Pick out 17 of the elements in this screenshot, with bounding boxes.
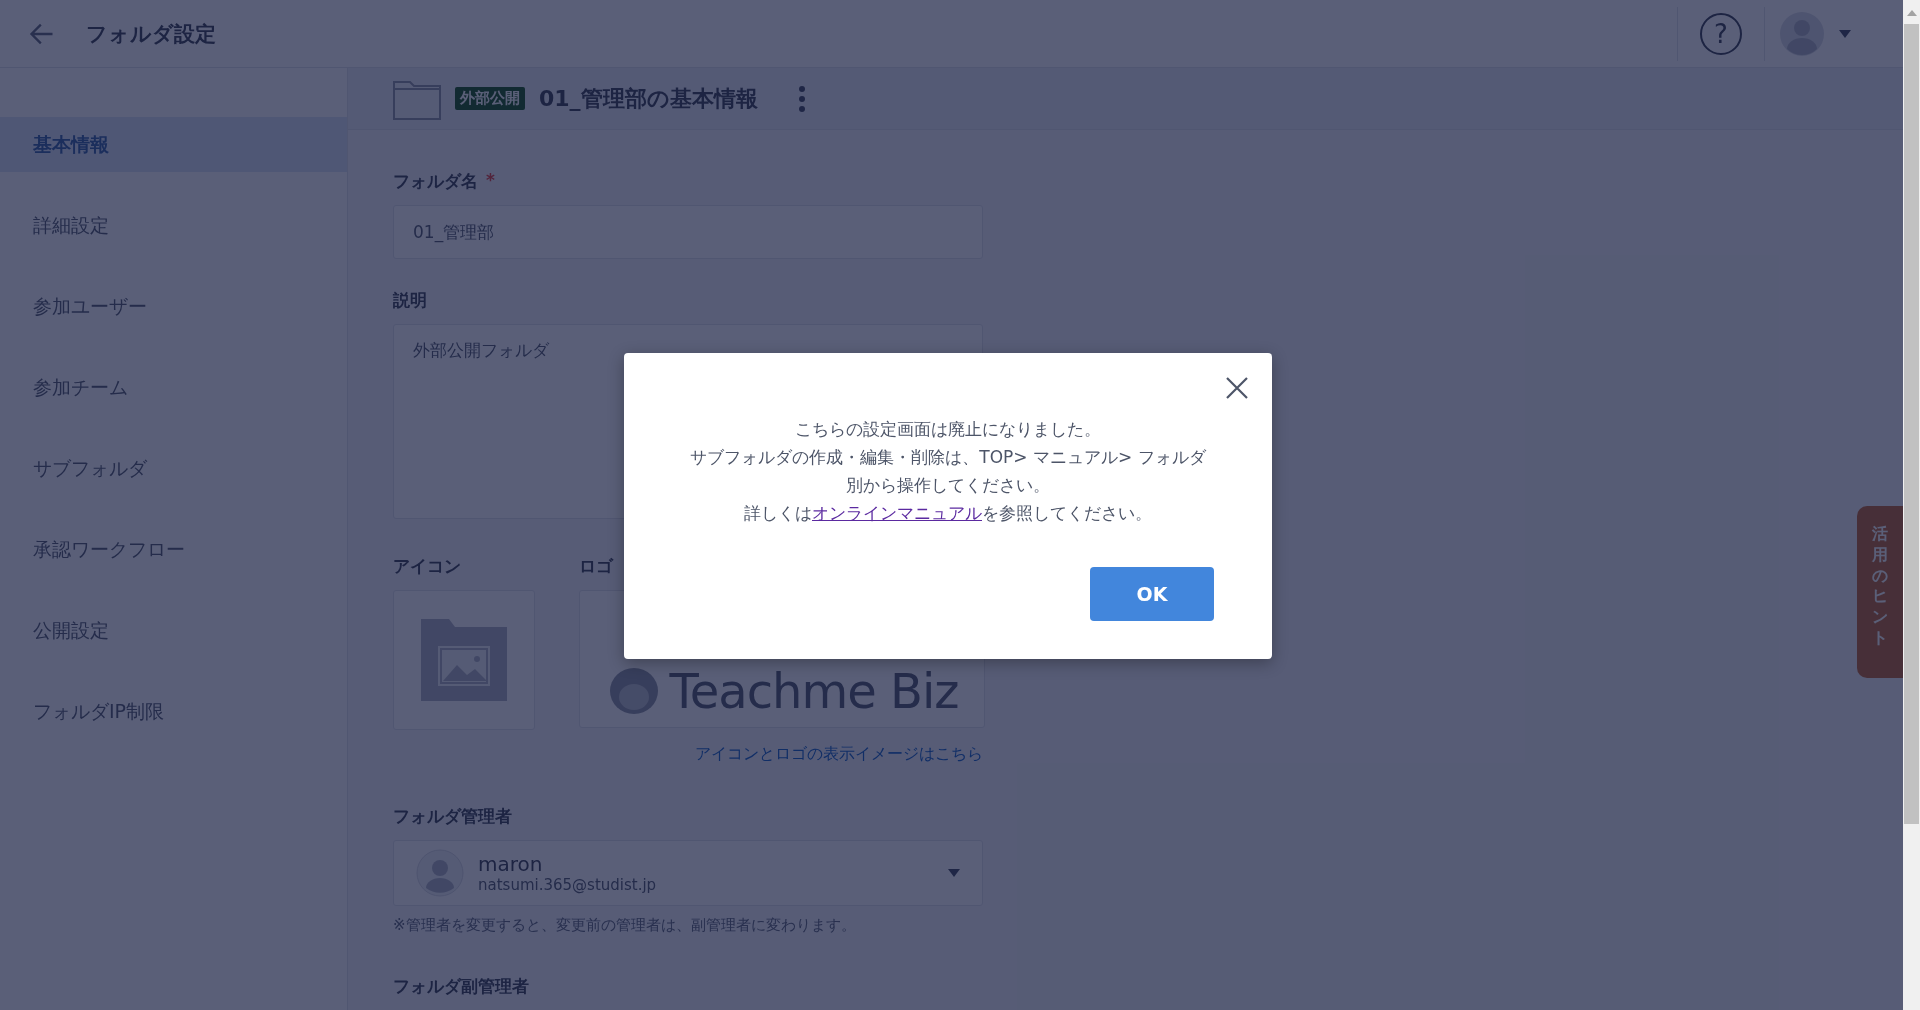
manual-link[interactable]: オンラインマニュアル	[812, 503, 982, 523]
dialog-message: 詳しくはオンラインマニュアルを参照してください。	[743, 502, 1153, 525]
dialog-message: こちらの設定画面は廃止になりました。	[794, 418, 1102, 441]
field-label: 説明	[393, 289, 427, 312]
required-mark: *	[486, 170, 495, 192]
scroll-up-icon[interactable]	[1906, 10, 1917, 16]
field-label: ロゴ	[579, 555, 613, 578]
dialog-message: サブフォルダの作成・編集・削除は、TOP> マニュアル> フォルダ別から操作してください。	[689, 446, 1207, 497]
preview-link[interactable]: アイコンとロゴの表示イメージはこちら	[695, 744, 983, 765]
field-label: フォルダ管理者	[393, 805, 512, 828]
admin-name: maron	[478, 852, 544, 876]
page-title: フォルダ設定	[86, 20, 216, 48]
field-label: アイコン	[393, 555, 461, 578]
field-label: フォルダ名	[393, 170, 478, 193]
close-icon[interactable]	[1226, 377, 1248, 399]
ok-button[interactable]: OK	[1090, 567, 1214, 621]
field-label: フォルダ副管理者	[393, 975, 529, 998]
